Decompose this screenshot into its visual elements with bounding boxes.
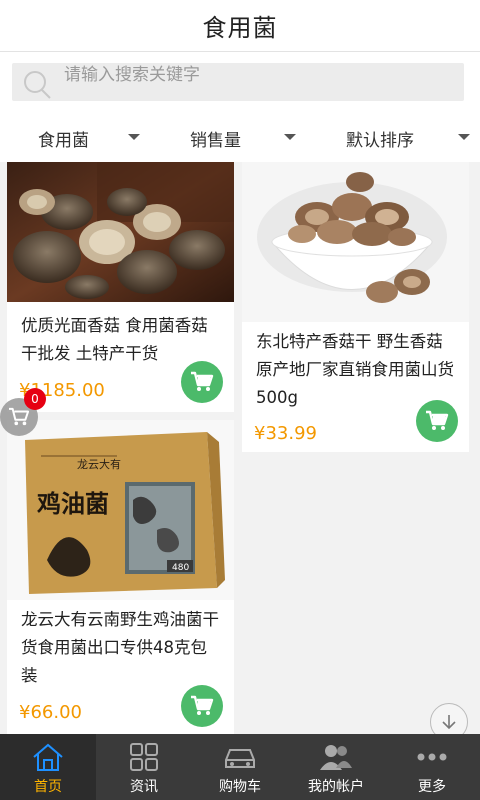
filter-sort-label: 默认排序 [346,131,414,151]
tab-home-label: 首页 [34,779,62,795]
add-to-cart-button[interactable] [181,685,223,727]
bottom-tab-bar: 首页 资讯 购物车 我的帐户 更多 [0,734,480,800]
product-image [242,162,469,322]
product-price: ¥66.00 [19,702,82,723]
cart-icon [191,695,214,715]
product-card[interactable]: 优质光面香菇 食用菌香菇干批发 土特产干货 ¥1185.00 [7,162,234,412]
tab-more-label: 更多 [418,779,446,795]
caret-down-icon [458,134,470,140]
home-icon [33,743,63,771]
product-image: 480 龙云大有 鸡油菌 [7,420,234,600]
tab-news[interactable]: 资讯 [96,734,192,800]
product-card[interactable]: 东北特产香菇干 野生香菇 原产地厂家直销食用菌山货 500g ¥33.99 [242,162,469,452]
page-title: 食用菌 [202,14,278,42]
add-to-cart-button[interactable] [416,400,458,442]
product-price: ¥33.99 [254,423,317,444]
search-box[interactable] [12,63,464,101]
box-brand-label: 龙云大有 [77,457,121,471]
tab-cart-label: 购物车 [219,779,261,795]
tab-more[interactable]: 更多 [384,734,480,800]
product-image [7,162,234,302]
filter-category[interactable]: 食用菌 [0,112,160,162]
tab-account-label: 我的帐户 [308,779,364,795]
filter-category-label: 食用菌 [38,131,89,151]
cart-count-badge: 0 [24,388,46,410]
filter-sales[interactable]: 销售量 [160,112,320,162]
caret-down-icon [284,134,296,140]
cart-icon [191,371,214,391]
app-header: 食用菌 [0,0,480,52]
box-weight-label: 480 [172,563,189,573]
search-input[interactable] [64,63,454,101]
filter-sales-label: 销售量 [190,131,241,151]
tab-news-label: 资讯 [130,779,158,795]
cart-icon [426,410,449,430]
box-product-name: 鸡油菌 [36,489,109,518]
product-title[interactable]: 龙云大有云南野生鸡油菌干货食用菌出口专供48克包装 [21,606,220,690]
filter-bar: 食用菌 销售量 默认排序 [0,112,480,162]
grid-icon [130,743,158,771]
add-to-cart-button[interactable] [181,361,223,403]
search-icon [24,71,51,99]
search-bar [0,52,480,112]
tab-home[interactable]: 首页 [0,734,96,800]
product-card[interactable]: 480 龙云大有 鸡油菌 龙云大有云南野生鸡油菌干货食用菌出口专供48克包装 ¥… [7,420,234,734]
product-title[interactable]: 东北特产香菇干 野生香菇 原产地厂家直销食用菌山货 500g [256,328,455,412]
product-grid: 优质光面香菇 食用菌香菇干批发 土特产干货 ¥1185.00 东北特产香菇干 野… [0,162,480,734]
tab-cart[interactable]: 购物车 [192,734,288,800]
tab-account[interactable]: 我的帐户 [288,734,384,800]
car-icon [225,749,255,768]
cart-icon [8,407,30,426]
arrow-down-icon [442,715,456,730]
users-icon [320,745,352,770]
filter-sort[interactable]: 默认排序 [320,112,480,162]
caret-down-icon [128,134,140,140]
product-title[interactable]: 优质光面香菇 食用菌香菇干批发 土特产干货 [21,312,220,368]
more-icon [417,753,447,761]
